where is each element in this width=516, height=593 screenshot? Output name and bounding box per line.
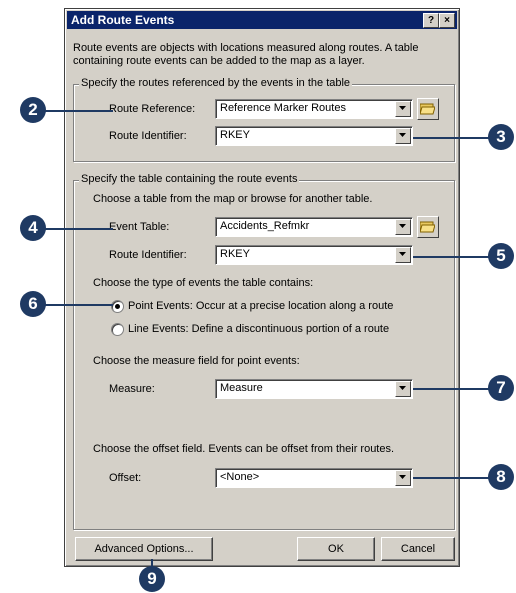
callout-7: 7 bbox=[488, 375, 514, 401]
cancel-button[interactable]: Cancel bbox=[381, 537, 455, 561]
route-identifier-combo[interactable]: RKEY bbox=[215, 126, 413, 146]
browse-table-button[interactable] bbox=[417, 216, 439, 238]
advanced-options-button[interactable]: Advanced Options... bbox=[75, 537, 213, 561]
callout-2: 2 bbox=[20, 97, 46, 123]
point-events-radio[interactable] bbox=[111, 300, 124, 313]
browse-routes-button[interactable] bbox=[417, 98, 439, 120]
chevron-down-icon[interactable] bbox=[395, 381, 411, 397]
routes-group-legend: Specify the routes referenced by the eve… bbox=[79, 77, 353, 89]
offset-label: Offset: bbox=[109, 472, 142, 484]
chevron-down-icon[interactable] bbox=[395, 247, 411, 263]
add-route-events-dialog: Add Route Events ? × Route events are ob… bbox=[64, 8, 460, 567]
chevron-down-icon[interactable] bbox=[395, 470, 411, 486]
offset-combo[interactable]: <None> bbox=[215, 468, 413, 488]
callout-6-leader bbox=[40, 304, 113, 306]
event-table-combo[interactable]: Accidents_Refmkr bbox=[215, 217, 413, 237]
callout-5-leader bbox=[413, 256, 493, 258]
chevron-down-icon[interactable] bbox=[395, 219, 411, 235]
route-reference-value: Reference Marker Routes bbox=[220, 102, 346, 114]
table-group-legend: Specify the table containing the route e… bbox=[79, 173, 300, 185]
event-table-label: Event Table: bbox=[109, 221, 170, 233]
route-identifier-value: RKEY bbox=[220, 129, 250, 141]
callout-8-leader bbox=[413, 477, 493, 479]
help-button[interactable]: ? bbox=[423, 13, 439, 28]
callout-2-leader bbox=[40, 110, 113, 112]
callout-5: 5 bbox=[488, 243, 514, 269]
offset-value: <None> bbox=[220, 471, 260, 483]
callout-8: 8 bbox=[488, 464, 514, 490]
line-events-radio[interactable] bbox=[111, 323, 124, 336]
radio-selected-dot bbox=[115, 304, 120, 309]
offset-prompt: Choose the offset field. Events can be o… bbox=[93, 443, 395, 455]
close-button[interactable]: × bbox=[439, 13, 455, 28]
route-reference-combo[interactable]: Reference Marker Routes bbox=[215, 99, 413, 119]
chevron-down-icon[interactable] bbox=[395, 101, 411, 117]
table-route-identifier-label: Route Identifier: bbox=[109, 249, 187, 261]
callout-6: 6 bbox=[20, 291, 46, 317]
callout-4: 4 bbox=[20, 215, 46, 241]
event-type-prompt: Choose the type of events the table cont… bbox=[93, 277, 314, 289]
routes-group bbox=[73, 84, 455, 162]
dialog-title: Add Route Events bbox=[71, 13, 175, 27]
measure-prompt: Choose the measure field for point event… bbox=[93, 355, 300, 367]
measure-value: Measure bbox=[220, 382, 263, 394]
table-instruction: Choose a table from the map or browse fo… bbox=[93, 193, 373, 205]
route-reference-label: Route Reference: bbox=[109, 103, 196, 115]
table-route-identifier-combo[interactable]: RKEY bbox=[215, 245, 413, 265]
ok-button[interactable]: OK bbox=[297, 537, 375, 561]
event-table-value: Accidents_Refmkr bbox=[220, 220, 310, 232]
callout-3: 3 bbox=[488, 124, 514, 150]
table-route-identifier-value: RKEY bbox=[220, 248, 250, 260]
measure-label: Measure: bbox=[109, 383, 155, 395]
callout-3-leader bbox=[413, 137, 493, 139]
open-folder-icon bbox=[420, 103, 435, 115]
title-bar[interactable]: Add Route Events ? × bbox=[67, 11, 457, 29]
line-events-label[interactable]: Line Events: Define a discontinuous port… bbox=[128, 323, 389, 335]
measure-combo[interactable]: Measure bbox=[215, 379, 413, 399]
callout-9: 9 bbox=[139, 566, 165, 592]
callout-4-leader bbox=[40, 228, 113, 230]
intro-text: Route events are objects with locations … bbox=[73, 42, 419, 67]
open-folder-icon bbox=[420, 221, 435, 233]
route-identifier-label: Route Identifier: bbox=[109, 130, 187, 142]
callout-7-leader bbox=[413, 388, 493, 390]
chevron-down-icon[interactable] bbox=[395, 128, 411, 144]
point-events-label[interactable]: Point Events: Occur at a precise locatio… bbox=[128, 300, 393, 312]
